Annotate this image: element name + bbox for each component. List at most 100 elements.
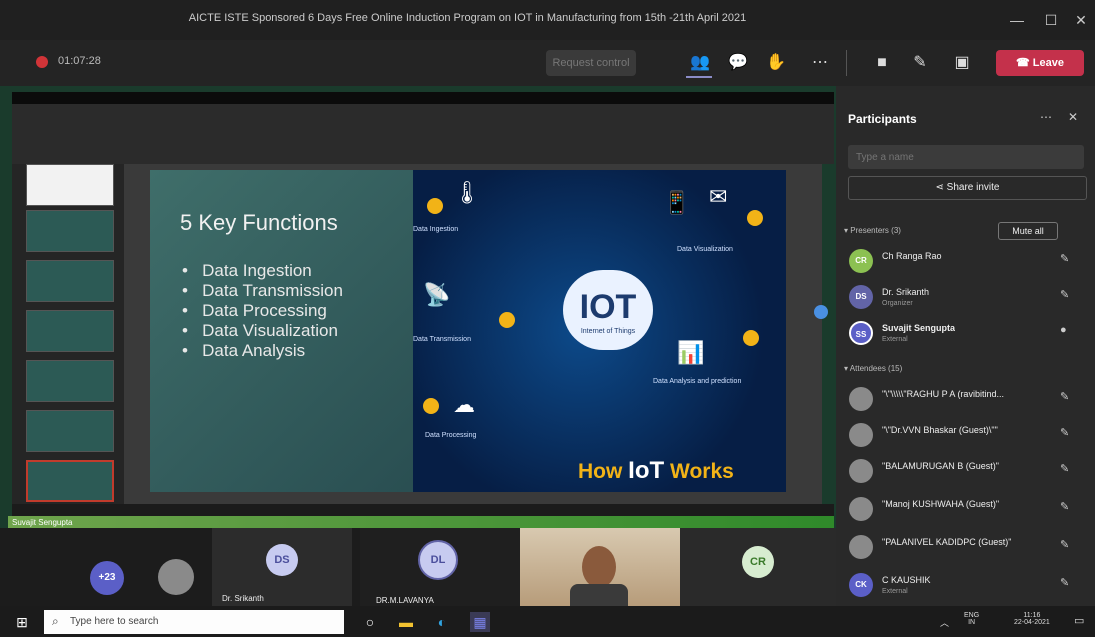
step-label: Data Transmission	[413, 336, 471, 343]
request-control-button[interactable]: Request control	[546, 50, 636, 76]
attendees-header[interactable]: ▾ Attendees (15)	[844, 364, 902, 373]
participant-search-box[interactable]	[848, 145, 1084, 169]
windows-start-icon[interactable]: ⊞	[12, 612, 32, 632]
slide-thumbnails	[12, 164, 124, 518]
envelope-icon: ✉	[709, 184, 728, 209]
participant-name: C KAUSHIK	[882, 575, 931, 585]
participant-row[interactable]: "\"Dr.VVN Bhaskar (Guest)\"" ✎	[846, 420, 1086, 450]
phone-icon: ☎	[1016, 57, 1030, 69]
participant-row[interactable]: CK C KAUSHIK External ✎	[846, 570, 1086, 600]
pointer-icon	[814, 305, 828, 319]
microphone-muted-icon: ✎	[1060, 253, 1070, 265]
participant-role: External	[882, 588, 908, 595]
participant-row[interactable]: SS Suvajit Sengupta External ●	[846, 318, 1086, 348]
share-screen-icon[interactable]: ▣	[950, 52, 974, 74]
avatar: CK	[849, 573, 873, 597]
mute-all-button[interactable]: Mute all	[998, 222, 1058, 240]
toolbar-divider	[846, 50, 847, 76]
powerpoint-ribbon	[12, 104, 834, 164]
close-icon[interactable]: ✕	[1066, 8, 1095, 32]
participant-name: "PALANIVEL KADIDPC (Guest)"	[882, 537, 1012, 547]
more-icon[interactable]: ⋯	[808, 52, 832, 74]
clock[interactable]: 11:16 22-04-2021	[1014, 612, 1050, 626]
step-04-badge	[747, 210, 763, 226]
recording-icon	[36, 56, 48, 68]
tray-chevron-icon[interactable]: ︿	[940, 616, 949, 629]
bullet-item: • Data Ingestion	[182, 261, 312, 280]
slide-thumbnail[interactable]	[26, 360, 114, 402]
microphone-muted-icon: ✎	[1060, 539, 1070, 551]
close-panel-icon[interactable]: ✕	[1068, 110, 1078, 124]
participant-role: External	[882, 336, 908, 343]
file-explorer-icon[interactable]: ▬	[396, 612, 416, 632]
avatar	[849, 459, 873, 483]
notification-icon[interactable]: ▭	[1074, 614, 1084, 627]
avatar: DL	[418, 540, 458, 580]
bullet-item: • Data Visualization	[182, 321, 338, 340]
minimize-icon[interactable]: —	[1002, 8, 1032, 32]
participant-row[interactable]: DS Dr. Srikanth Organizer ✎	[846, 282, 1086, 312]
camera-icon[interactable]: ■	[870, 52, 894, 74]
participant-name: "\"Dr.VVN Bhaskar (Guest)\""	[882, 425, 998, 435]
avatar: CR	[742, 546, 774, 578]
slide-thumbnail[interactable]	[26, 260, 114, 302]
avatar	[849, 423, 873, 447]
infographic-center-subtitle: Internet of Things	[580, 328, 636, 335]
slide-thumbnail-active[interactable]	[26, 460, 114, 502]
taskbar-search-box[interactable]: ⌕ Type here to search	[44, 610, 344, 634]
avatar: SS	[849, 321, 873, 345]
slide-thumbnail[interactable]	[26, 210, 114, 252]
participant-row[interactable]: "BALAMURUGAN B (Guest)" ✎	[846, 456, 1086, 486]
phone-notification-icon: 📱	[663, 190, 691, 215]
avatar	[849, 497, 873, 521]
microphone-muted-icon: ✎	[1060, 391, 1070, 403]
participant-row[interactable]: CR Ch Ranga Rao ✎	[846, 246, 1086, 276]
maximize-icon[interactable]: ☐	[1036, 8, 1066, 32]
avatar: DS	[849, 285, 873, 309]
edge-icon[interactable]: ◐	[432, 612, 452, 632]
teams-icon[interactable]: ▦	[470, 612, 490, 632]
step-label: Data Processing	[425, 432, 477, 439]
slide-bullets: • Data Ingestion • Data Transmission • D…	[182, 261, 343, 361]
participants-icon[interactable]: 👥	[688, 52, 712, 74]
participant-row[interactable]: "\"\\\\\"RAGHU P A (ravibitind... ✎	[846, 384, 1086, 414]
share-icon: ⋖	[935, 182, 944, 193]
participant-role: Organizer	[882, 300, 913, 307]
chat-icon[interactable]: 💬	[726, 52, 750, 74]
participant-row[interactable]: "Manoj KUSHWAHA (Guest)" ✎	[846, 494, 1086, 524]
overflow-count-badge[interactable]: +23	[90, 561, 124, 595]
presenters-header[interactable]: ▾ Presenters (3)	[844, 226, 901, 235]
avatar: CR	[849, 249, 873, 273]
participant-name: Suvajit Sengupta	[882, 323, 956, 333]
slide-thumbnail[interactable]	[26, 164, 114, 206]
infographic-center-title: IOT	[579, 288, 637, 326]
slide-thumbnail[interactable]	[26, 310, 114, 352]
chart-icon: 📊	[677, 340, 705, 365]
tile-name: DR.M.LAVANYA	[376, 596, 434, 605]
step-label: Data Analysis and prediction	[653, 378, 742, 385]
person-body	[570, 584, 628, 606]
microphone-on-icon: ●	[1060, 324, 1067, 336]
step-label: Data Ingestion	[413, 226, 459, 233]
step-label: Data Visualization	[677, 246, 733, 253]
meeting-timer: 01:07:28	[58, 55, 101, 67]
microphone-muted-icon: ✎	[1060, 289, 1070, 301]
microphone-muted-icon[interactable]: ✎	[908, 52, 932, 74]
reactions-icon[interactable]: ✋	[764, 52, 788, 74]
share-invite-button[interactable]: ⋖ Share invite	[848, 176, 1087, 200]
leave-button[interactable]: ☎ Leave	[996, 50, 1084, 76]
participant-row[interactable]: "PALANIVEL KADIDPC (Guest)" ✎	[846, 532, 1086, 562]
video-tile[interactable]: CR	[680, 528, 836, 606]
task-view-icon[interactable]: ○	[360, 612, 380, 632]
slide-thumbnail[interactable]	[26, 410, 114, 452]
bullet-item: • Data Processing	[182, 301, 327, 320]
microphone-muted-icon: ✎	[1060, 463, 1070, 475]
participant-search-input[interactable]	[848, 145, 1084, 169]
video-tile[interactable]: DL DR.M.LAVANYA	[360, 528, 520, 606]
language-indicator[interactable]: ENG IN	[964, 612, 979, 626]
video-tile[interactable]: DS Dr. Srikanth	[212, 528, 352, 606]
participant-name: "BALAMURUGAN B (Guest)"	[882, 461, 999, 471]
video-tile-camera[interactable]	[520, 528, 680, 606]
more-options-icon[interactable]: ⋯	[1040, 110, 1052, 124]
step-05-badge	[743, 330, 759, 346]
